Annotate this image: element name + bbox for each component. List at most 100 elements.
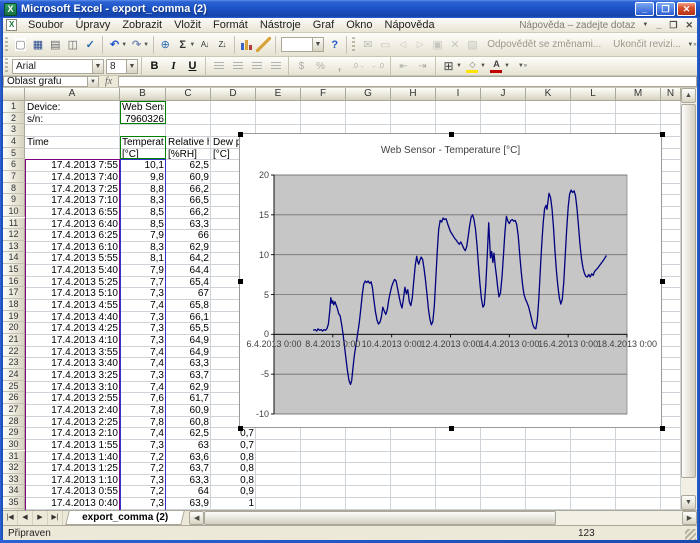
formula-input[interactable] xyxy=(118,76,697,87)
cell-B35[interactable]: 7,3 xyxy=(122,498,164,509)
scroll-right-icon[interactable]: ▶ xyxy=(682,511,697,525)
cell-A4[interactable]: Time xyxy=(27,137,118,148)
select-all-corner[interactable] xyxy=(3,88,25,101)
cell-D32[interactable]: 0,8 xyxy=(213,463,254,474)
chart-selection-handle[interactable] xyxy=(449,426,454,431)
row-header-8[interactable]: 8 xyxy=(3,183,25,195)
row-header-5[interactable]: 5 xyxy=(3,148,25,160)
cell-B32[interactable]: 7,2 xyxy=(122,463,164,474)
cell-C32[interactable]: 63,7 xyxy=(168,463,209,474)
menu-formt[interactable]: Formát xyxy=(207,18,254,32)
column-header-K[interactable]: K xyxy=(526,88,571,101)
cell-C34[interactable]: 64 xyxy=(168,486,209,497)
row-header-10[interactable]: 10 xyxy=(3,206,25,218)
row-header-12[interactable]: 12 xyxy=(3,229,25,241)
cell-C28[interactable]: 60,8 xyxy=(168,417,209,428)
toolbar-grip[interactable] xyxy=(352,37,355,53)
cell-A28[interactable]: 17.4.2013 2:25 xyxy=(27,417,118,428)
cell-C8[interactable]: 66,2 xyxy=(168,184,209,195)
toolbar-grip[interactable] xyxy=(5,58,8,74)
horizontal-scroll-thumb[interactable] xyxy=(204,511,556,525)
tab-first-button[interactable]: |◀ xyxy=(3,511,18,525)
chart-object[interactable]: Web Sensor - Temperature [°C] 20151050-5… xyxy=(239,133,662,428)
cell-A1[interactable]: Device: xyxy=(27,102,118,113)
tab-last-button[interactable]: ▶| xyxy=(48,511,63,525)
cell-A15[interactable]: 17.4.2013 5:40 xyxy=(27,265,118,276)
cell-A2[interactable]: s/n: xyxy=(27,114,118,125)
vertical-scroll-thumb[interactable] xyxy=(681,104,696,478)
cell-C26[interactable]: 61,7 xyxy=(168,393,209,404)
cell-C11[interactable]: 63,3 xyxy=(168,219,209,230)
cell-B24[interactable]: 7,3 xyxy=(122,370,164,381)
italic-button[interactable] xyxy=(164,57,183,75)
zoom-dropdown-icon[interactable]: ▼ xyxy=(312,38,323,51)
chart-selection-handle[interactable] xyxy=(238,426,243,431)
sort-ascending-button[interactable] xyxy=(196,36,213,54)
cell-C12[interactable]: 66 xyxy=(168,230,209,241)
row-header-18[interactable]: 18 xyxy=(3,299,25,311)
font-combo[interactable]: Arial▼ xyxy=(12,59,104,74)
fill-color-button[interactable] xyxy=(463,57,482,75)
save-button[interactable] xyxy=(29,36,46,54)
cell-B7[interactable]: 9,8 xyxy=(122,172,164,183)
toolbar-options-icon[interactable]: ▼» xyxy=(687,36,697,54)
column-header-F[interactable]: F xyxy=(301,88,346,101)
row-header-27[interactable]: 27 xyxy=(3,404,25,416)
row-header-23[interactable]: 23 xyxy=(3,357,25,369)
cell-B17[interactable]: 7,3 xyxy=(122,288,164,299)
cell-C4[interactable]: Relative hu xyxy=(168,137,209,148)
cell-A6[interactable]: 17.4.2013 7:55 xyxy=(27,160,118,171)
cell-A20[interactable]: 17.4.2013 4:25 xyxy=(27,323,118,334)
cell-A31[interactable]: 17.4.2013 1:40 xyxy=(27,452,118,463)
cell-A29[interactable]: 17.4.2013 2:10 xyxy=(27,428,118,439)
cell-B14[interactable]: 8,1 xyxy=(122,253,164,264)
cell-C22[interactable]: 64,9 xyxy=(168,347,209,358)
cell-C30[interactable]: 63 xyxy=(168,440,209,451)
cell-A32[interactable]: 17.4.2013 1:25 xyxy=(27,463,118,474)
cell-A17[interactable]: 17.4.2013 5:10 xyxy=(27,288,118,299)
redo-button[interactable] xyxy=(128,36,145,54)
cell-B27[interactable]: 7,8 xyxy=(122,405,164,416)
undo-button[interactable] xyxy=(106,36,123,54)
row-header-17[interactable]: 17 xyxy=(3,287,25,299)
cell-A9[interactable]: 17.4.2013 7:10 xyxy=(27,195,118,206)
row-header-1[interactable]: 1 xyxy=(3,101,25,113)
cell-B29[interactable]: 7,4 xyxy=(122,428,164,439)
row-header-35[interactable]: 35 xyxy=(3,497,25,509)
cell-C31[interactable]: 63,6 xyxy=(168,452,209,463)
underline-button[interactable] xyxy=(183,57,202,75)
cell-A34[interactable]: 17.4.2013 0:55 xyxy=(27,486,118,497)
cell-A33[interactable]: 17.4.2013 1:10 xyxy=(27,475,118,486)
cell-A19[interactable]: 17.4.2013 4:40 xyxy=(27,312,118,323)
maximize-button[interactable]: ❐ xyxy=(656,2,675,16)
row-header-15[interactable]: 15 xyxy=(3,264,25,276)
cell-C17[interactable]: 67 xyxy=(168,288,209,299)
font-size-dropdown-icon[interactable]: ▼ xyxy=(126,60,137,73)
column-header-J[interactable]: J xyxy=(481,88,526,101)
title-bar[interactable]: X Microsoft Excel - export_comma (2) _ ❐… xyxy=(0,0,700,18)
help-question-box[interactable]: Nápověda – zadejte dotaz xyxy=(519,20,638,31)
cell-B10[interactable]: 8,5 xyxy=(122,207,164,218)
cell-C7[interactable]: 60,9 xyxy=(168,172,209,183)
menu-npovda[interactable]: Nápověda xyxy=(379,18,441,32)
row-header-13[interactable]: 13 xyxy=(3,241,25,253)
cell-D34[interactable]: 0,9 xyxy=(213,486,254,497)
menu-zobrazit[interactable]: Zobrazit xyxy=(116,18,168,32)
chart-selection-handle[interactable] xyxy=(660,279,665,284)
tab-next-button[interactable]: ▶ xyxy=(33,511,48,525)
cell-C10[interactable]: 66,2 xyxy=(168,207,209,218)
cell-B13[interactable]: 8,3 xyxy=(122,242,164,253)
cell-C6[interactable]: 62,5 xyxy=(168,160,209,171)
cell-B28[interactable]: 7,8 xyxy=(122,417,164,428)
cell-C24[interactable]: 63,7 xyxy=(168,370,209,381)
cell-B30[interactable]: 7,3 xyxy=(122,440,164,451)
cell-B6[interactable]: 10,1 xyxy=(122,160,164,171)
cell-B31[interactable]: 7,2 xyxy=(122,452,164,463)
cell-C23[interactable]: 63,3 xyxy=(168,358,209,369)
cell-B22[interactable]: 7,4 xyxy=(122,347,164,358)
cell-B18[interactable]: 7,4 xyxy=(122,300,164,311)
toolbar-options-icon[interactable]: ▼» xyxy=(517,57,528,75)
row-header-16[interactable]: 16 xyxy=(3,276,25,288)
chart-wizard-button[interactable] xyxy=(238,36,255,54)
cell-B20[interactable]: 7,3 xyxy=(122,323,164,334)
